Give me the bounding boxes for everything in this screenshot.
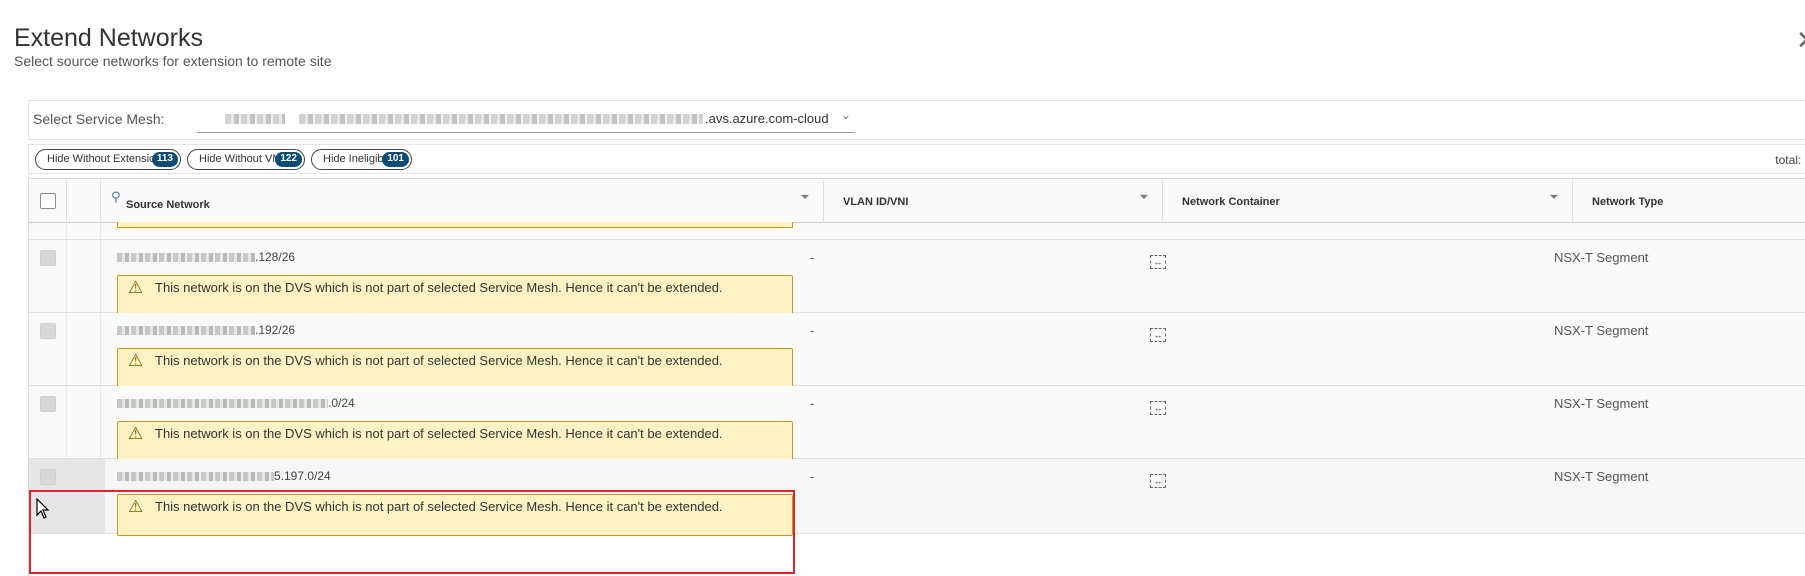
table-row[interactable]: .0/24 ⚠ This network is on the DVS which… bbox=[29, 386, 1805, 463]
warning-banner: ⚠ This network is on the DVS which is no… bbox=[117, 421, 793, 463]
redacted-text bbox=[117, 326, 255, 336]
highlight-box bbox=[29, 490, 795, 574]
hide-without-extensions-filter[interactable]: Hide Without Extensions 113 bbox=[35, 149, 181, 170]
table-row bbox=[29, 222, 1805, 240]
hide-without-vms-filter[interactable]: Hide Without VMs 122 bbox=[187, 149, 305, 170]
source-network-name: .0/24 bbox=[117, 396, 355, 410]
source-network-name: .128/26 bbox=[117, 250, 295, 264]
hide-ineligible-filter[interactable]: Hide Ineligible 101 bbox=[311, 149, 412, 170]
vlan-value: - bbox=[810, 323, 815, 338]
close-icon[interactable]: ✕ bbox=[1796, 27, 1805, 53]
filter-icon[interactable]: ⏷ bbox=[801, 192, 809, 203]
table-row[interactable]: .192/26 ⚠ This network is on the DVS whi… bbox=[29, 313, 1805, 390]
dialog-title: Extend Networks bbox=[14, 24, 203, 52]
network-container-icon[interactable]: ↔ bbox=[1150, 474, 1166, 488]
vlan-value: - bbox=[810, 469, 815, 484]
network-container-icon[interactable]: ↔ bbox=[1150, 328, 1166, 342]
warning-text: This network is on the DVS which is not … bbox=[155, 426, 723, 441]
expand-column-header bbox=[67, 179, 101, 223]
row-checkbox[interactable] bbox=[40, 250, 56, 266]
network-icon: ⚲ bbox=[111, 189, 121, 204]
service-mesh-bar: Select Service Mesh: .avs.azure.com-clou… bbox=[28, 100, 1805, 140]
filter-count-badge: 122 bbox=[275, 152, 302, 167]
filter-bar: Hide Without Extensions 113 Hide Without… bbox=[28, 144, 1805, 174]
network-container-header-label: Network Container bbox=[1182, 196, 1280, 208]
table-row[interactable]: .128/26 ⚠ This network is on the DVS whi… bbox=[29, 240, 1805, 317]
redacted-text bbox=[299, 114, 703, 124]
vlan-value: - bbox=[810, 250, 815, 265]
redacted-text bbox=[117, 472, 274, 482]
chevron-down-icon: ⌄ bbox=[841, 108, 852, 122]
filter-label: Hide Without VMs bbox=[199, 153, 288, 165]
network-type-value: NSX-T Segment bbox=[1554, 323, 1649, 338]
network-type-value: NSX-T Segment bbox=[1554, 250, 1649, 265]
filter-label: Hide Without Extensions bbox=[47, 153, 167, 165]
dialog-subtitle: Select source networks for extension to … bbox=[14, 53, 332, 69]
grid-header: ⚲ Source Network ⏷ VLAN ID/VNI ⏷ Network… bbox=[29, 179, 1805, 223]
network-container-icon[interactable]: ↔ bbox=[1150, 401, 1166, 415]
service-mesh-value: .avs.azure.com-cloud bbox=[705, 111, 829, 126]
filter-icon[interactable]: ⏷ bbox=[1140, 192, 1148, 203]
vlan-header[interactable]: VLAN ID/VNI ⏷ bbox=[824, 179, 1163, 223]
row-checkbox[interactable] bbox=[40, 323, 56, 339]
network-type-value: NSX-T Segment bbox=[1554, 396, 1649, 411]
network-type-header[interactable]: Network Type bbox=[1573, 179, 1805, 223]
select-all-cell bbox=[29, 179, 67, 223]
warning-banner: ⚠ This network is on the DVS which is no… bbox=[117, 275, 793, 317]
warning-banner: ⚠ This network is on the DVS which is no… bbox=[117, 348, 793, 390]
network-container-icon[interactable]: ↔ bbox=[1150, 255, 1166, 269]
service-mesh-label: Select Service Mesh: bbox=[33, 111, 165, 127]
warning-icon: ⚠ bbox=[128, 424, 144, 443]
source-network-header-label: Source Network bbox=[126, 199, 210, 211]
network-container-header[interactable]: Network Container ⏷ bbox=[1163, 179, 1573, 223]
network-type-header-label: Network Type bbox=[1592, 196, 1664, 208]
warning-banner bbox=[117, 222, 793, 228]
vlan-header-label: VLAN ID/VNI bbox=[843, 196, 909, 208]
vlan-value: - bbox=[810, 396, 815, 411]
total-count: total: 12 bbox=[1775, 153, 1805, 167]
source-network-name: 5.197.0/24 bbox=[117, 469, 331, 483]
redacted-text bbox=[117, 253, 255, 263]
row-checkbox[interactable] bbox=[40, 396, 56, 412]
source-network-name: .192/26 bbox=[117, 323, 295, 337]
redacted-text bbox=[117, 399, 328, 409]
warning-text: This network is on the DVS which is not … bbox=[155, 353, 723, 368]
row-checkbox[interactable] bbox=[40, 469, 56, 485]
filter-count-badge: 113 bbox=[151, 152, 178, 167]
redacted-text bbox=[225, 114, 285, 124]
filter-count-badge: 101 bbox=[382, 152, 409, 167]
network-type-value: NSX-T Segment bbox=[1554, 469, 1649, 484]
mouse-cursor-icon bbox=[36, 498, 50, 519]
source-network-header[interactable]: ⚲ Source Network ⏷ bbox=[101, 179, 824, 223]
service-mesh-select[interactable]: .avs.azure.com-cloud ⌄ bbox=[197, 108, 855, 133]
warning-icon: ⚠ bbox=[128, 351, 144, 370]
filter-icon[interactable]: ⏷ bbox=[1550, 192, 1558, 203]
warning-icon: ⚠ bbox=[128, 278, 144, 297]
select-all-checkbox[interactable] bbox=[40, 193, 56, 209]
warning-text: This network is on the DVS which is not … bbox=[155, 280, 723, 295]
